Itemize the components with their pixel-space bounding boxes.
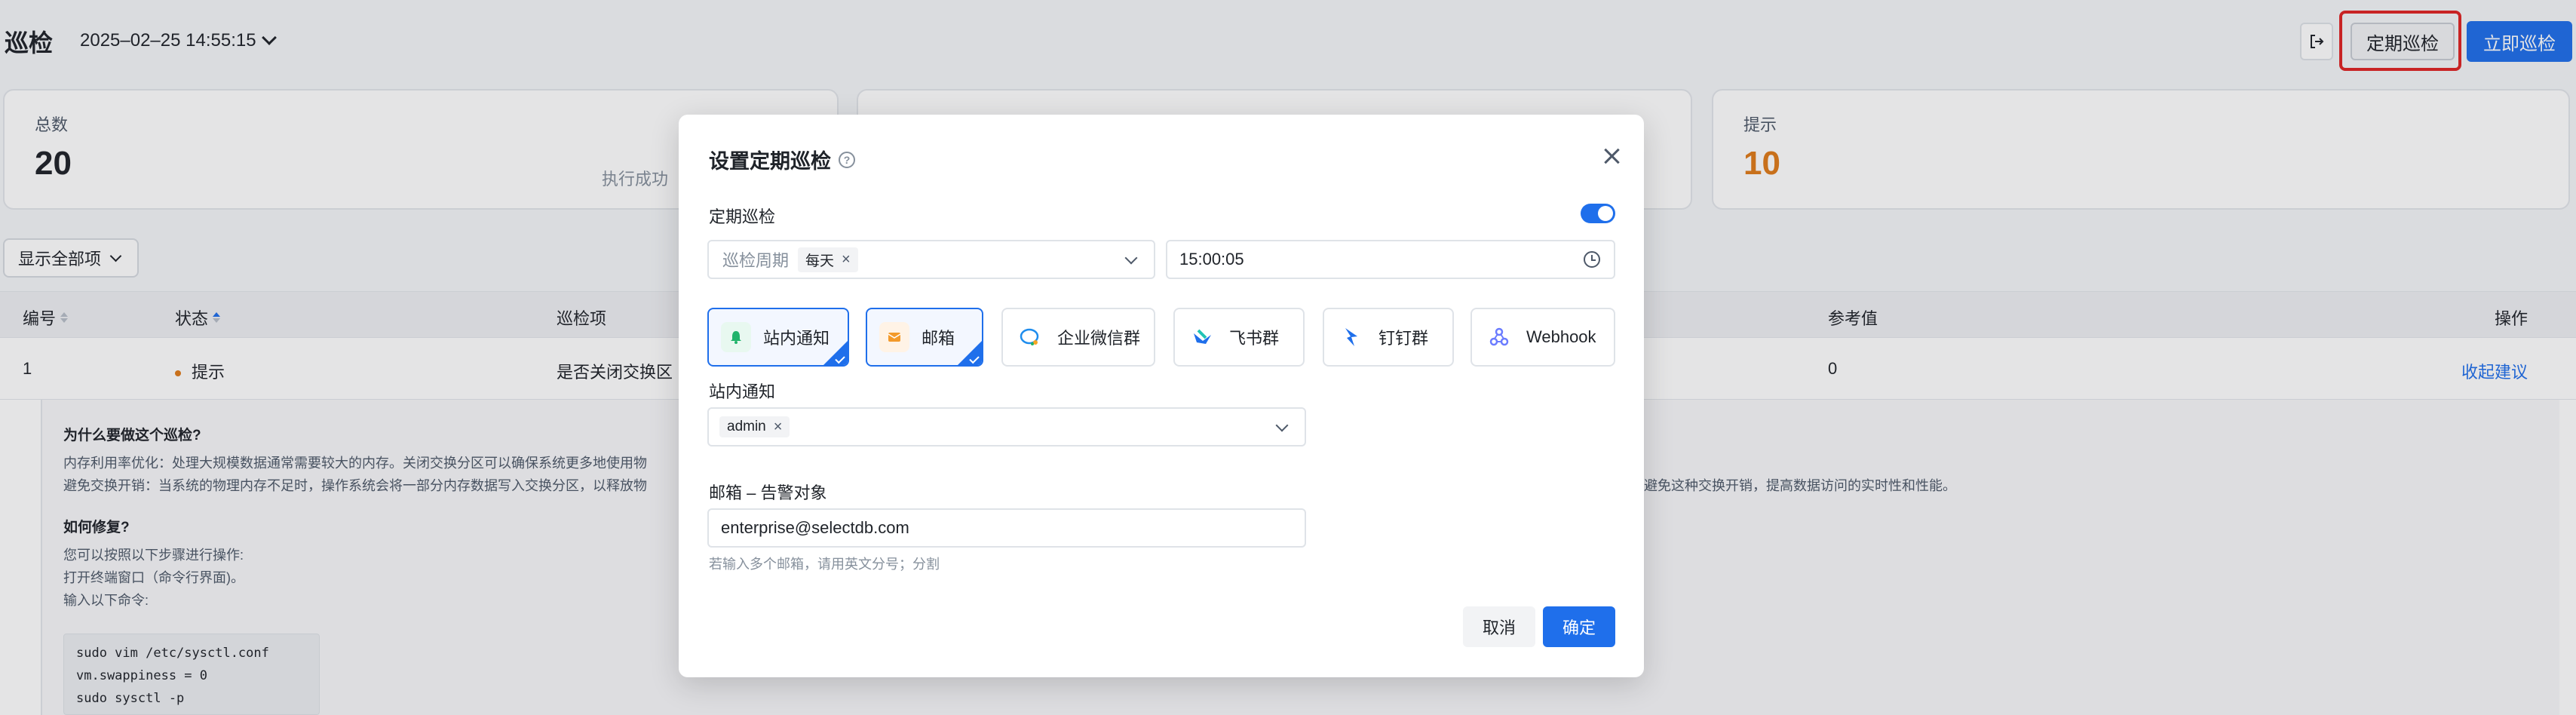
close-icon[interactable] [1600,145,1623,167]
schedule-toggle[interactable] [1581,204,1615,223]
schedule-label: 定期巡检 [709,207,776,226]
cycle-tag-text: 每天 [805,253,835,269]
cycle-select[interactable]: 巡检周期 每天 × [707,240,1155,279]
webhook-icon [1484,322,1514,352]
channel-webhook-label: Webhook [1526,327,1596,346]
help-icon[interactable]: ? [839,151,855,168]
cycle-tag: 每天 × [798,247,858,272]
mail-icon [879,322,909,352]
channel-email[interactable]: 邮箱 [866,308,983,367]
channel-feishu[interactable]: 飞书群 [1173,308,1305,367]
check-corner [823,341,848,365]
time-value: 15:00:05 [1179,250,1244,269]
channel-dingtalk[interactable]: 钉钉群 [1323,308,1454,367]
tag-close-icon[interactable]: × [842,252,851,267]
inbox-label: 站内通知 [709,382,776,401]
modal-title-text: 设置定期巡检 [709,150,831,173]
user-tag: admin × [719,416,790,437]
time-picker[interactable]: 15:00:05 [1166,240,1615,279]
email-label: 邮箱 – 告警对象 [709,483,827,502]
cancel-button[interactable]: 取消 [1463,606,1535,647]
feishu-icon [1187,322,1217,352]
tag-close-icon[interactable]: × [774,419,783,434]
channel-feishu-label: 飞书群 [1229,329,1280,348]
bell-icon [721,322,751,352]
dingtalk-icon [1336,322,1366,352]
channel-wecom-label: 企业微信群 [1057,329,1141,348]
cycle-placeholder: 巡检周期 [722,251,790,270]
clock-icon [1584,251,1600,268]
channel-webhook[interactable]: Webhook [1470,308,1615,367]
channel-inbox[interactable]: 站内通知 [707,308,849,367]
email-input[interactable]: enterprise@selectdb.com [707,508,1306,548]
confirm-button[interactable]: 确定 [1543,606,1615,647]
email-value: enterprise@selectdb.com [721,518,909,537]
email-hint: 若输入多个邮箱，请用英文分号；分割 [709,557,940,572]
inspection-page: 巡检 2025–02–25 14:55:15 定期巡检 立即巡检 总数 20 执… [0,0,2576,715]
inbox-user-select[interactable]: admin × [707,407,1306,446]
schedule-modal: 设置定期巡检 ? 定期巡检 巡检周期 每天 × 15:00:05 站内通知 邮箱… [679,115,1644,677]
channel-email-label: 邮箱 [922,329,955,348]
modal-title: 设置定期巡检 ? [709,145,855,174]
wecom-icon [1015,322,1045,352]
channel-dingtalk-label: 钉钉群 [1378,329,1429,348]
check-corner [958,341,982,365]
chevron-down-icon [1275,419,1289,432]
channel-inbox-label: 站内通知 [763,329,830,348]
user-tag-text: admin [727,419,766,434]
chevron-down-icon [1124,251,1138,265]
channel-wecom[interactable]: 企业微信群 [1001,308,1155,367]
